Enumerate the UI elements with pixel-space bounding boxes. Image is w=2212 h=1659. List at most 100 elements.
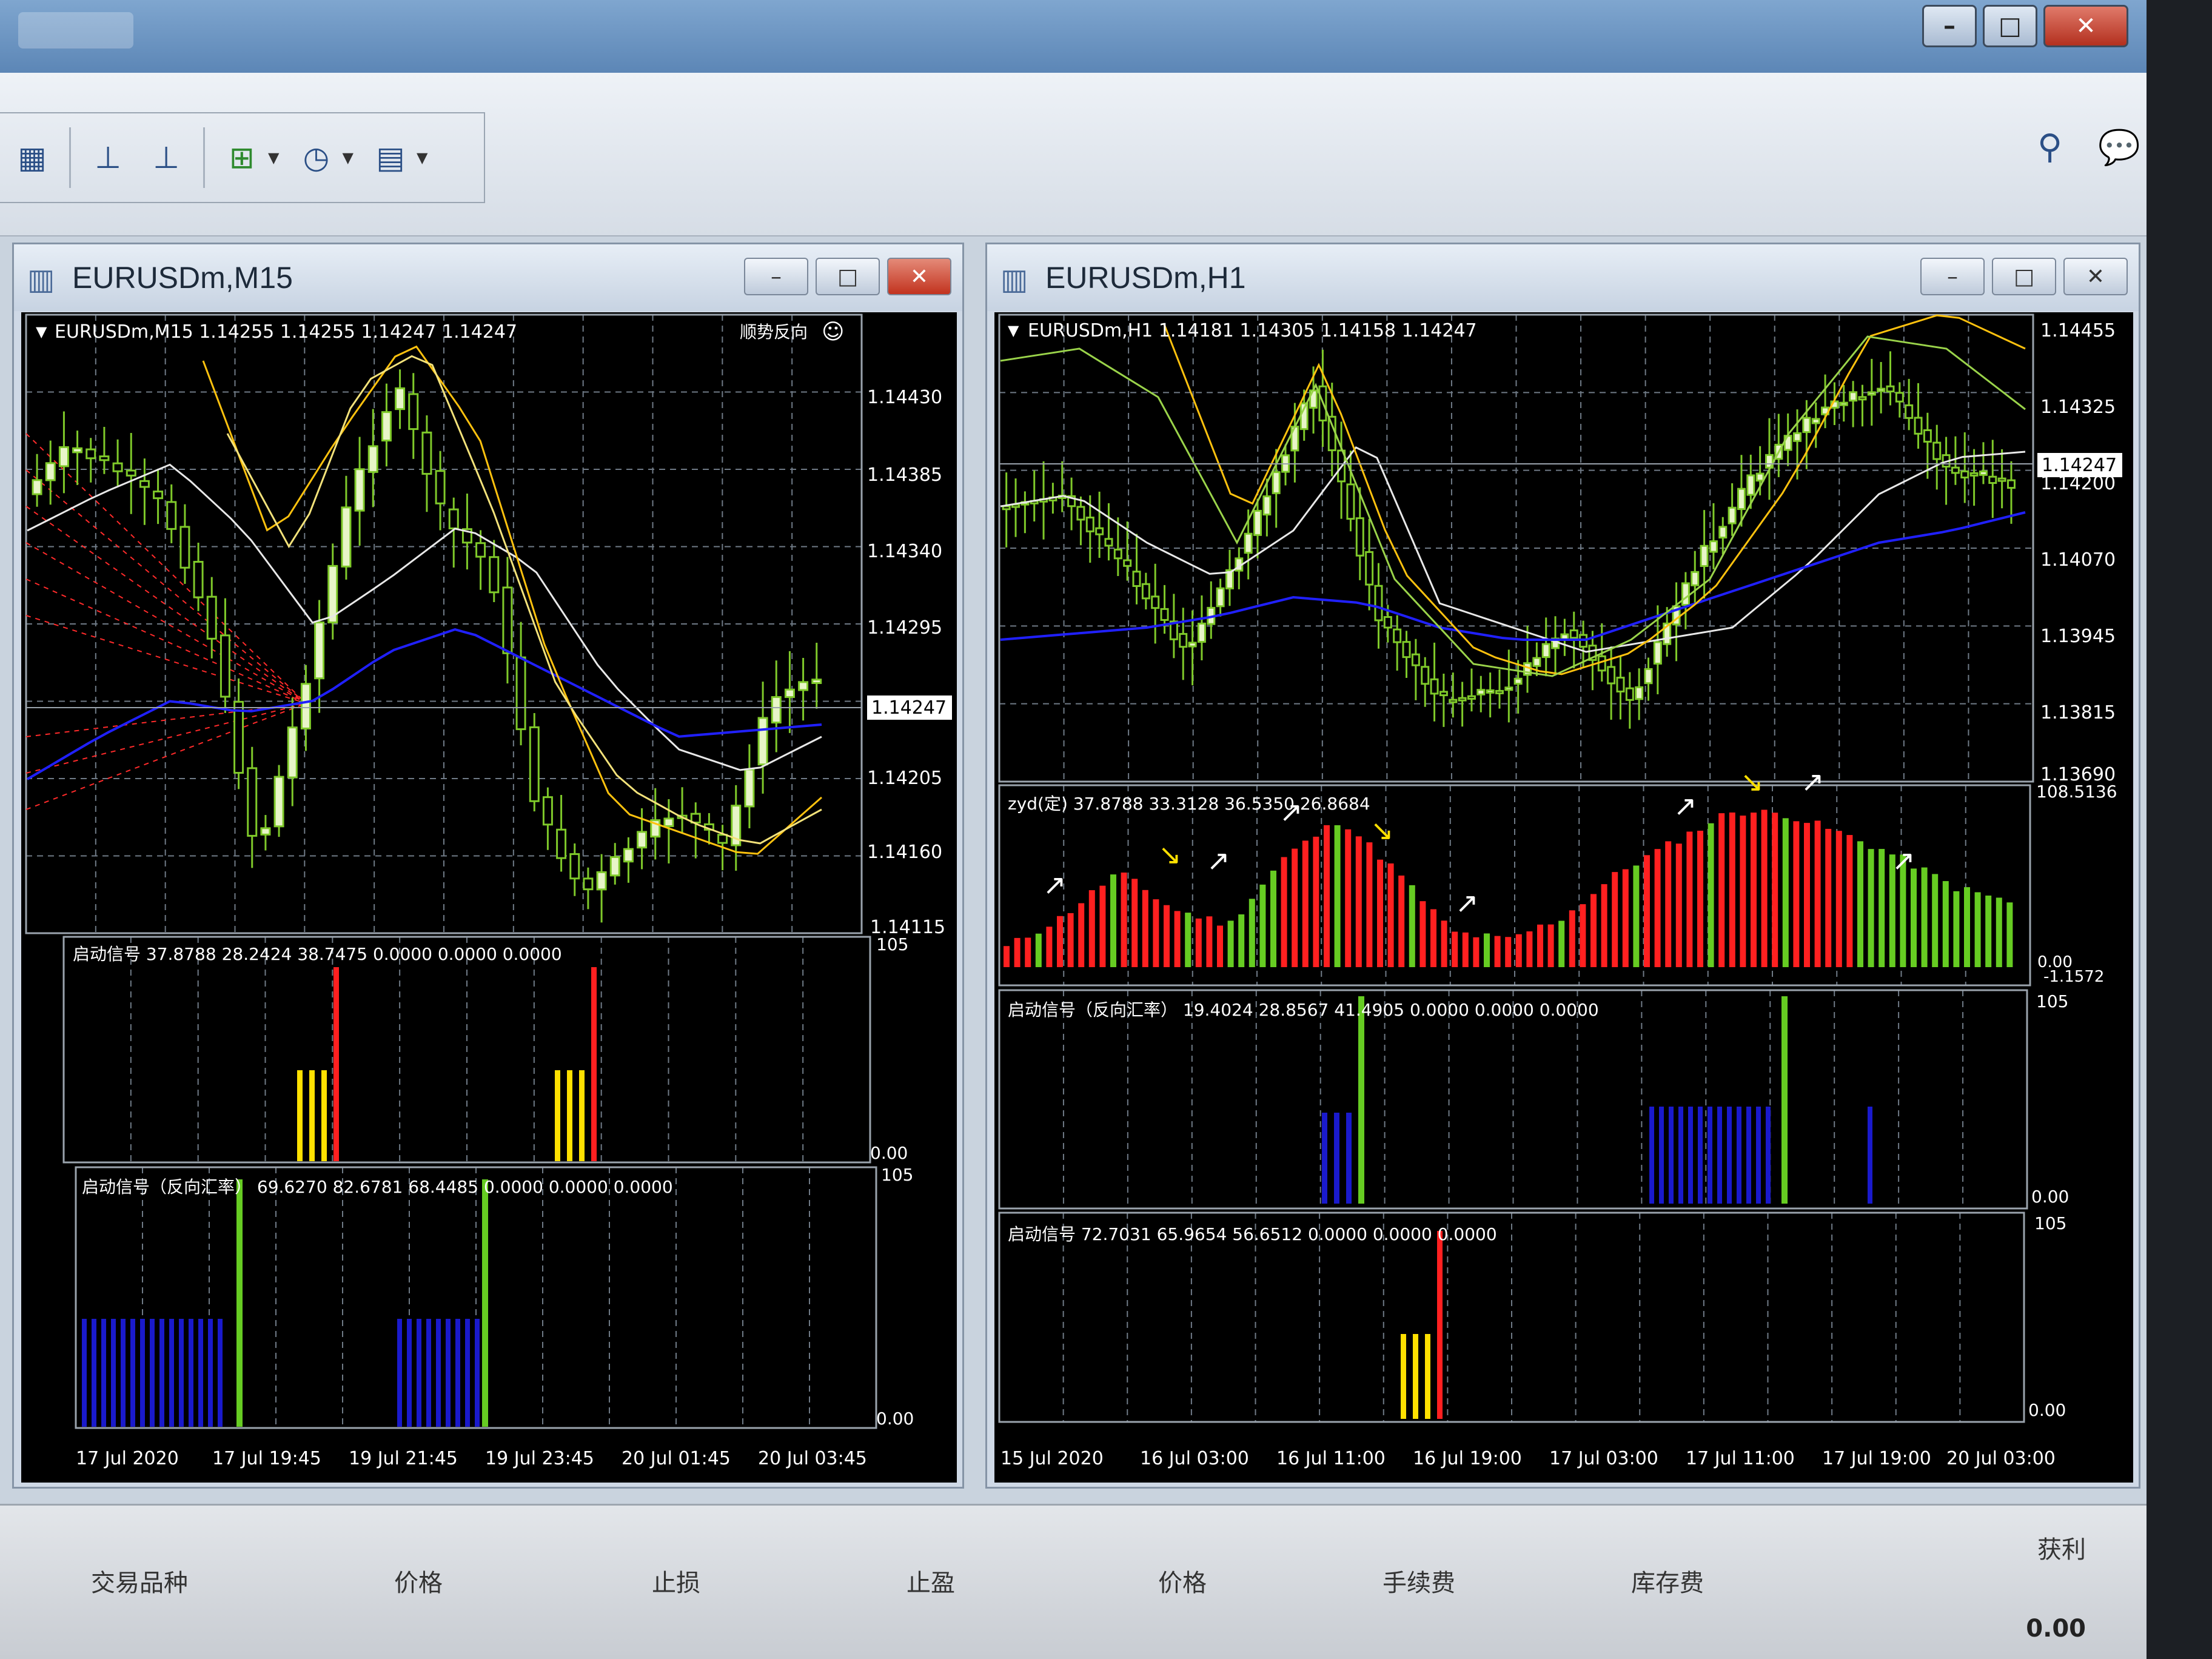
close-button[interactable]: ✕ [887, 258, 951, 295]
candle [811, 679, 822, 685]
minimize-button[interactable]: – [744, 258, 808, 295]
candle [247, 767, 258, 837]
fibonacci-fan-line [25, 615, 307, 704]
candle [1002, 505, 1011, 511]
column-header-price[interactable]: 价格 [394, 1563, 443, 1598]
indicator-scale-top: 105 [2034, 1213, 2066, 1233]
price-chart-m15[interactable]: EURUSDm,M15 1.14255 1.14255 1.14247 1.14… [21, 312, 957, 1483]
oscillator-bar [1547, 924, 1554, 967]
template-icon[interactable]: ▤ [369, 136, 412, 179]
add-indicator-icon[interactable]: ⊞ [221, 136, 263, 179]
chevron-down-icon[interactable]: ▼ [342, 149, 353, 166]
chart-window-m15[interactable]: ▥ EURUSDm,M15 – □ ✕ EURUSDm,M15 1.14255 [12, 243, 964, 1489]
minimize-button[interactable]: – [1920, 258, 1985, 295]
candle [1188, 642, 1197, 648]
chart-window-titlebar[interactable]: ▥ EURUSDm,H1 – □ ✕ [987, 244, 2139, 311]
grid-icon[interactable]: ▦ [11, 136, 53, 179]
oscillator-bar [1313, 836, 1319, 967]
indicator-label-reverse: 启动信号（反向汇率） 19.4024 28.8567 41.4905 0.000… [1008, 1000, 1599, 1020]
candle [1327, 415, 1336, 452]
chart-window-titlebar[interactable]: ▥ EURUSDm,M15 – □ ✕ [14, 244, 962, 311]
column-header-symbol[interactable]: 交易品种 [91, 1563, 188, 1598]
chart-area-m15[interactable]: EURUSDm,M15 1.14255 1.14255 1.14247 1.14… [21, 312, 957, 1483]
signal-bar [111, 1319, 116, 1427]
search-icon[interactable]: ⚲ [2037, 127, 2062, 167]
signal-arrow-icon: ↘ [1740, 765, 1764, 798]
candle [435, 470, 446, 504]
chevron-down-icon[interactable]: ▼ [417, 149, 427, 166]
profit-value: 0.00 [2026, 1615, 2086, 1643]
price-tick-label: 1.13945 [2040, 626, 2116, 647]
column-header-tp[interactable]: 止盈 [907, 1563, 955, 1598]
signal-bar [121, 1319, 126, 1427]
candle [1383, 616, 1392, 629]
oscillator-bar [1526, 931, 1533, 967]
oscillator-bar [1782, 818, 1789, 967]
oscillator-bar [1974, 892, 1981, 967]
column-header-swap[interactable]: 库存费 [1631, 1563, 1704, 1598]
signal-bar [1737, 1107, 1741, 1204]
signal-bar [218, 1319, 223, 1427]
fibonacci-fan-line [25, 542, 307, 704]
signal-bar [1717, 1107, 1722, 1204]
window-controls: – □ ✕ [1922, 5, 2128, 47]
period-icon[interactable]: ⊥ [145, 136, 187, 179]
candle [1355, 517, 1364, 557]
signal-bar [309, 1070, 315, 1161]
column-header-price-current[interactable]: 价格 [1158, 1563, 1207, 1598]
clock-icon[interactable]: ◷ [295, 136, 337, 179]
candle [287, 726, 298, 779]
column-header-profit[interactable]: 获利 [2037, 1530, 2086, 1565]
oscillator-bar [1185, 913, 1191, 967]
close-button[interactable]: ✕ [2063, 258, 2128, 295]
period-separator-icon[interactable]: ⊥ [87, 136, 129, 179]
column-header-commission[interactable]: 手续费 [1382, 1563, 1455, 1598]
chart-area-h1[interactable]: ↗ ↘ ↗ ↗ ↘ ↗ ↗ ↘ ↗ ↗ EURUSDm,H1 1.14181 1.14305 1.… [994, 312, 2133, 1483]
chat-icon[interactable]: 💬 [2098, 127, 2140, 167]
signal-bar [1401, 1334, 1406, 1419]
price-chart-h1[interactable]: ↗↘ ↗↗↘↗↗↘ ↗↗ EURUSDm,H1 1.14181 1.14305 1.… [994, 312, 2133, 1483]
candle [1700, 545, 1709, 568]
candle [1495, 689, 1504, 694]
candle [1709, 540, 1718, 553]
signal-bar [579, 1070, 585, 1161]
oscillator-bar [1654, 849, 1661, 967]
candle [1160, 608, 1169, 621]
oscillator-bar [1238, 914, 1245, 967]
candle [1085, 517, 1094, 532]
oscillator-bar [1484, 933, 1490, 967]
time-tick-label: 19 Jul 23:45 [485, 1448, 594, 1469]
candle [153, 491, 164, 500]
minimize-button[interactable]: – [1922, 5, 1977, 47]
close-button[interactable]: ✕ [2043, 5, 2128, 47]
app-title [18, 12, 133, 49]
candle [1867, 391, 1876, 396]
oscillator-bar [1612, 872, 1618, 967]
candle [1877, 387, 1886, 392]
oscillator-bar [1644, 855, 1650, 967]
toolbar-separator [203, 127, 205, 188]
candle [395, 387, 406, 411]
signal-bar [1698, 1107, 1703, 1204]
candle [609, 856, 620, 877]
signal-bar [1425, 1334, 1430, 1419]
candle [1802, 417, 1811, 434]
chevron-down-icon[interactable]: ▼ [36, 323, 47, 340]
signal-bar [333, 967, 339, 1161]
candle [45, 462, 56, 481]
signal-bar [297, 1070, 303, 1161]
chevron-down-icon[interactable]: ▼ [268, 149, 279, 166]
price-tick-label: 1.14430 [867, 387, 942, 408]
indicator-label-reverse: 启动信号（反向汇率） 69.6270 82.6781 68.4485 0.000… [82, 1177, 673, 1197]
maximize-button[interactable]: □ [816, 258, 880, 295]
signal-bar [1334, 1113, 1339, 1204]
chevron-down-icon[interactable]: ▼ [1008, 322, 1019, 339]
signal-bar [475, 1319, 480, 1427]
candle [1839, 401, 1848, 406]
maximize-button[interactable]: □ [1992, 258, 2056, 295]
column-header-sl[interactable]: 止损 [652, 1563, 700, 1598]
chart-window-h1[interactable]: ▥ EURUSDm,H1 – □ ✕ ↗ ↘ ↗ ↗ ↘ ↗ ↗ ↘ ↗ ↗ EU [985, 243, 2140, 1489]
candle [1141, 583, 1150, 600]
maximize-button[interactable]: □ [1983, 5, 2037, 47]
time-tick-label: 16 Jul 11:00 [1276, 1448, 1386, 1469]
